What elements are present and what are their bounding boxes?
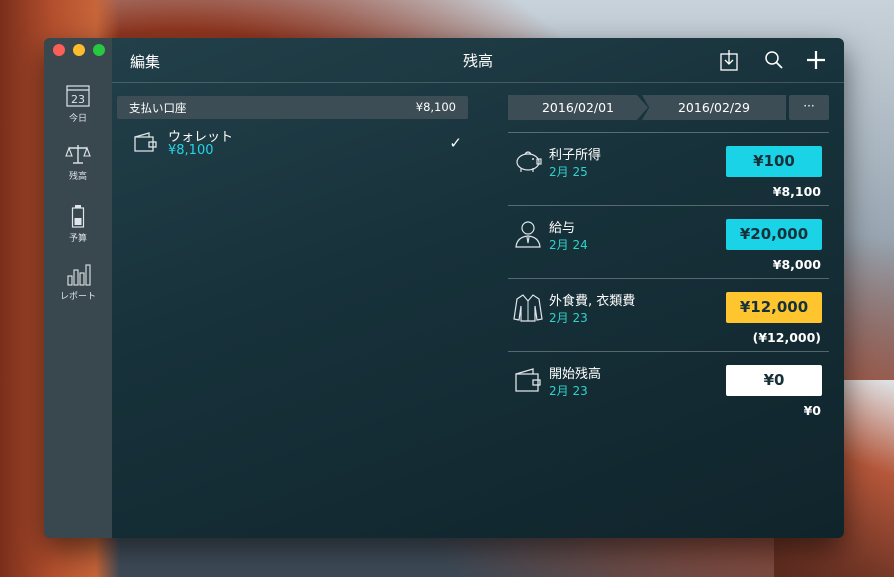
- period-end-button[interactable]: 2016/02/29: [642, 95, 786, 120]
- scale-icon: [65, 145, 91, 164]
- sidebar-item-label: 残高: [68, 172, 87, 182]
- calendar-icon: 23: [66, 85, 90, 107]
- sidebar-item-label: レポート: [59, 292, 96, 302]
- transaction-list: 利子所得 2月 25 ¥100 ¥8,100 給与 2月 24 ¥20,000 …: [508, 132, 829, 424]
- sidebar-item-label: 予算: [68, 234, 87, 244]
- minimize-window-button[interactable]: [73, 44, 85, 56]
- transaction-row[interactable]: 開始残高 2月 23 ¥0 ¥0: [508, 351, 829, 424]
- transaction-amount-badge: ¥0: [726, 365, 822, 396]
- running-balance: ¥8,000: [772, 257, 821, 272]
- checkmark-icon: ✓: [449, 134, 462, 152]
- running-balance: (¥12,000): [752, 330, 821, 345]
- export-button[interactable]: [719, 48, 739, 76]
- transaction-category: 利子所得: [549, 148, 602, 163]
- period-start-button[interactable]: 2016/02/01: [508, 95, 648, 120]
- account-balance: ¥8,100: [168, 143, 214, 158]
- sidebar: 23 今日 残高 予算 レポート: [44, 38, 112, 538]
- piggy-bank-icon: [516, 151, 542, 172]
- close-window-button[interactable]: [53, 44, 65, 56]
- transaction-category: 外食費, 衣類費: [549, 294, 636, 309]
- search-button[interactable]: [764, 48, 784, 76]
- window-controls: [53, 44, 105, 56]
- transaction-date: 2月 23: [549, 311, 588, 325]
- running-balance: ¥8,100: [772, 184, 821, 199]
- wallet-icon: [515, 368, 541, 392]
- transaction-category: 給与: [549, 221, 576, 236]
- app-window: 23 今日 残高 予算 レポート 編集 残高 支払い口座 ¥8,100 ウォレッ…: [44, 38, 844, 538]
- calendar-day-number: 23: [71, 93, 85, 106]
- sidebar-item-balance[interactable]: 残高: [44, 142, 112, 182]
- search-icon: [765, 51, 783, 69]
- zoom-window-button[interactable]: [93, 44, 105, 56]
- transaction-amount-badge: ¥20,000: [726, 219, 822, 250]
- transaction-date: 2月 24: [549, 238, 588, 252]
- account-row-wallet[interactable]: ウォレット ¥8,100 ✓: [132, 124, 462, 164]
- person-icon: [515, 221, 541, 248]
- account-group-header[interactable]: 支払い口座 ¥8,100: [117, 96, 468, 119]
- transaction-row[interactable]: 給与 2月 24 ¥20,000 ¥8,000: [508, 205, 829, 278]
- transaction-category: 開始残高: [549, 367, 602, 382]
- transaction-date: 2月 23: [549, 384, 588, 398]
- sidebar-item-label: 今日: [68, 114, 87, 124]
- wallet-icon: [134, 132, 157, 152]
- more-options-button[interactable]: ···: [789, 95, 829, 120]
- plus-icon: [807, 51, 825, 69]
- sidebar-item-report[interactable]: レポート: [44, 262, 112, 302]
- transaction-amount-badge: ¥12,000: [726, 292, 822, 323]
- export-icon: [720, 50, 738, 71]
- transaction-date: 2月 25: [549, 165, 588, 179]
- transaction-row[interactable]: 利子所得 2月 25 ¥100 ¥8,100: [508, 132, 829, 205]
- transaction-amount-badge: ¥100: [726, 146, 822, 177]
- running-balance: ¥0: [803, 403, 821, 418]
- toolbar: 編集 残高: [112, 38, 844, 83]
- account-group-name: 支払い口座: [129, 101, 187, 115]
- battery-icon: [71, 205, 85, 228]
- add-button[interactable]: [806, 48, 826, 76]
- account-group-total: ¥8,100: [415, 100, 456, 114]
- bar-chart-icon: [67, 264, 91, 286]
- transaction-row[interactable]: 外食費, 衣類費 2月 23 ¥12,000 (¥12,000): [508, 278, 829, 351]
- sidebar-item-budget[interactable]: 予算: [44, 204, 112, 244]
- sidebar-item-today[interactable]: 23 今日: [44, 84, 112, 124]
- shirt-icon: [513, 294, 543, 322]
